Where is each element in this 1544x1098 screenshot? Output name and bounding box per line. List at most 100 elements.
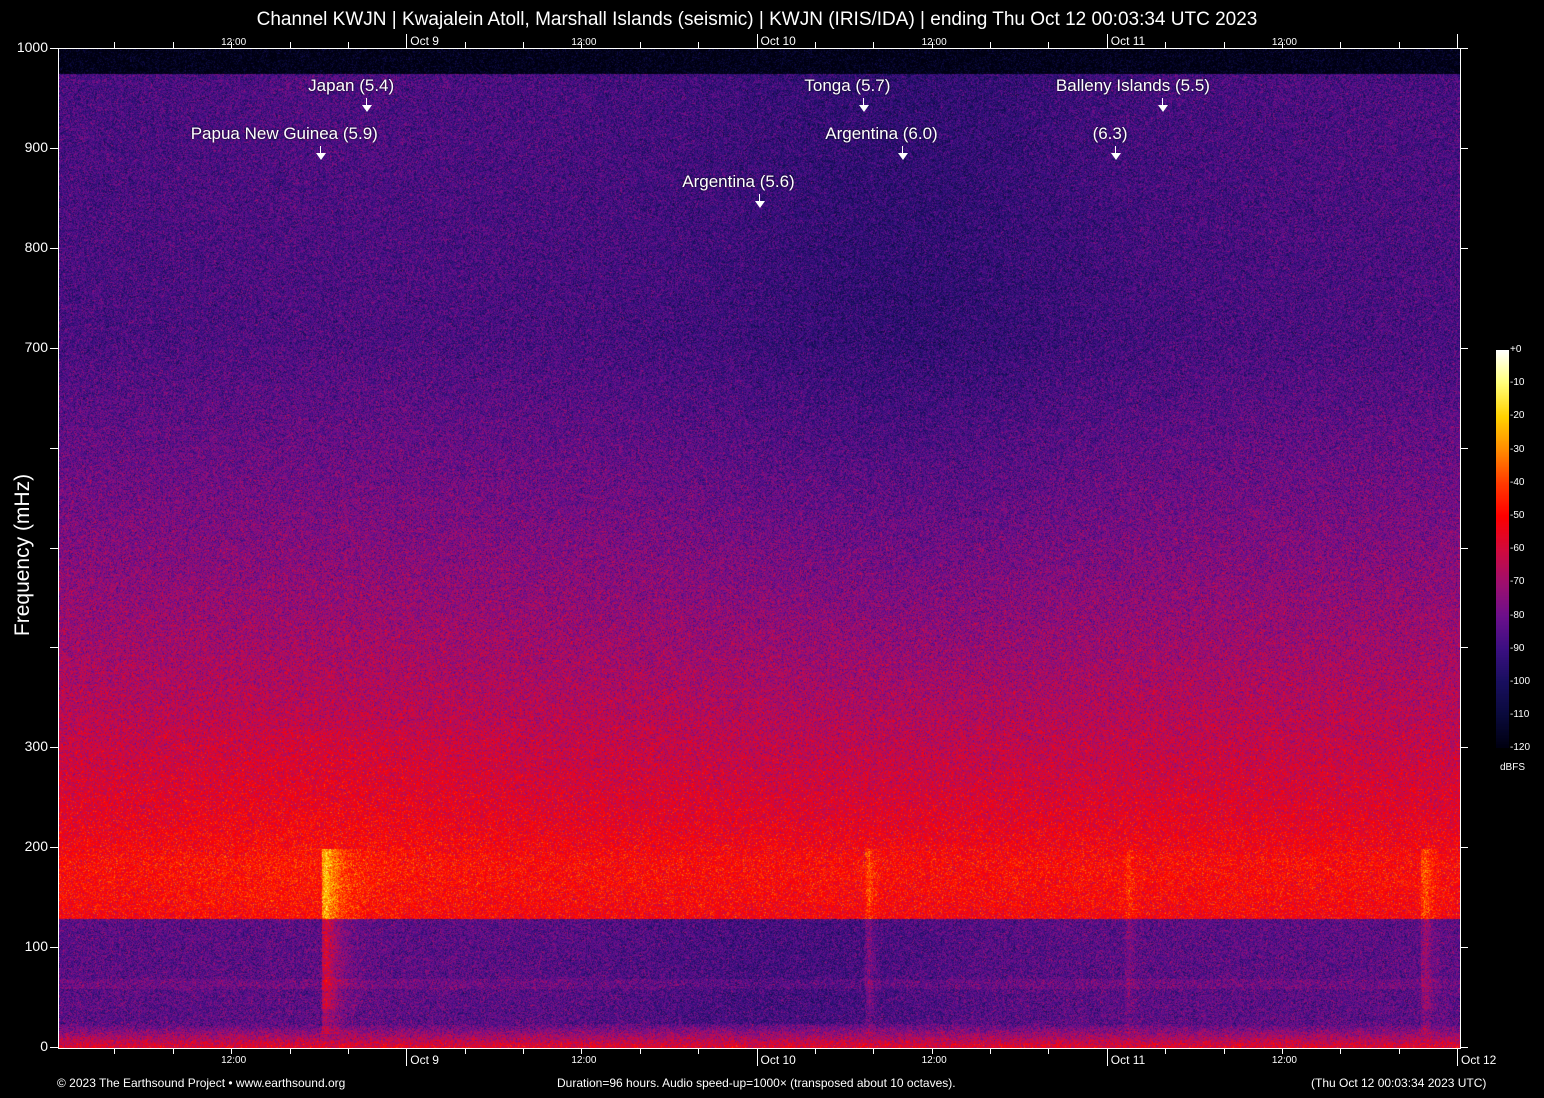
y-tick bbox=[50, 147, 58, 149]
x-tick bbox=[581, 1048, 583, 1054]
colorbar-tick-label: -80 bbox=[1510, 609, 1525, 621]
y-tick-label: 1000 bbox=[16, 39, 48, 55]
y-tick-right bbox=[1460, 647, 1468, 649]
y-tick-right bbox=[1460, 547, 1468, 549]
footer-copyright: © 2023 The Earthsound Project • www.eart… bbox=[57, 1076, 346, 1090]
y-tick bbox=[50, 847, 58, 849]
x-tick bbox=[172, 1048, 174, 1054]
x-tick-top bbox=[289, 42, 291, 48]
x-tick bbox=[1165, 1048, 1167, 1054]
y-axis-title: Frequency (mHz) bbox=[11, 473, 34, 637]
x-date-label-top: Oct 10 bbox=[760, 34, 796, 48]
x-tick-top bbox=[172, 42, 174, 48]
colorbar-tick-label: -40 bbox=[1510, 476, 1525, 488]
x-time-label: 12:00 bbox=[1271, 1055, 1297, 1066]
x-date-label: Oct 9 bbox=[410, 1053, 439, 1067]
x-tick-top bbox=[1223, 42, 1225, 48]
x-tick-top bbox=[1106, 34, 1108, 48]
x-tick-top bbox=[698, 42, 700, 48]
x-tick-top bbox=[990, 42, 991, 48]
y-tick bbox=[50, 947, 58, 949]
x-tick-top bbox=[523, 42, 524, 48]
x-tick bbox=[347, 1048, 349, 1054]
y-tick-label: 800 bbox=[24, 238, 48, 255]
x-tick bbox=[1048, 1048, 1050, 1054]
colorbar-tick-label: -90 bbox=[1510, 642, 1525, 654]
x-tick-top bbox=[756, 34, 758, 48]
event-arrow-icon bbox=[897, 153, 908, 160]
x-tick bbox=[1398, 1048, 1400, 1054]
y-tick bbox=[50, 747, 58, 749]
event-annotation: Papua New Guinea (5.9) bbox=[190, 124, 378, 143]
x-tick bbox=[1281, 1048, 1283, 1054]
y-tick-right bbox=[1460, 147, 1468, 149]
x-tick bbox=[114, 1048, 116, 1054]
x-tick bbox=[464, 1048, 466, 1054]
y-tick-label: 900 bbox=[24, 138, 48, 155]
x-tick bbox=[639, 1048, 641, 1054]
y-tick bbox=[50, 647, 58, 649]
x-time-label-top: 12:00 bbox=[921, 37, 947, 48]
x-time-label: 12:00 bbox=[221, 1055, 247, 1066]
event-annotation: Argentina (6.0) bbox=[825, 124, 938, 143]
colorbar-tick-label: -110 bbox=[1510, 709, 1530, 721]
x-time-label: 12:00 bbox=[921, 1055, 947, 1066]
event-annotation: Japan (5.4) bbox=[308, 76, 395, 95]
y-tick bbox=[50, 48, 58, 49]
event-arrow-icon bbox=[1157, 105, 1168, 112]
x-tick-top bbox=[1340, 42, 1342, 48]
event-annotation: Tonga (5.7) bbox=[804, 76, 891, 95]
y-tick-right bbox=[1460, 947, 1468, 949]
y-tick-label: 700 bbox=[24, 338, 48, 355]
x-tick bbox=[990, 1048, 991, 1054]
x-date-label-top: Oct 9 bbox=[410, 34, 439, 48]
colorbar-tick-label: -120 bbox=[1510, 742, 1531, 754]
event-arrow-icon bbox=[315, 153, 326, 160]
y-tick-right bbox=[1460, 1047, 1468, 1048]
colorbar-tick-label: -100 bbox=[1510, 676, 1531, 687]
x-time-label: 12:00 bbox=[571, 1055, 597, 1066]
x-date-label-top: Oct 11 bbox=[1110, 34, 1146, 48]
y-tick bbox=[50, 247, 58, 249]
event-arrow-icon bbox=[362, 105, 373, 112]
x-tick-top bbox=[406, 34, 408, 48]
x-tick-top bbox=[1457, 34, 1458, 48]
x-time-label-top: 12:00 bbox=[1271, 37, 1297, 48]
x-tick-top bbox=[1398, 42, 1400, 48]
x-tick bbox=[814, 1048, 816, 1054]
y-tick-right bbox=[1460, 847, 1468, 849]
x-tick-top bbox=[814, 42, 816, 48]
event-arrow-icon bbox=[1111, 153, 1122, 160]
colorbar-tick-label: -30 bbox=[1510, 443, 1525, 455]
colorbar-unit: dBFS bbox=[1500, 762, 1526, 773]
y-tick-right bbox=[1460, 347, 1468, 349]
x-tick-top bbox=[873, 42, 875, 48]
x-tick bbox=[406, 1048, 408, 1066]
colorbar bbox=[1496, 350, 1509, 748]
y-tick bbox=[50, 547, 58, 549]
colorbar-tick-label: -10 bbox=[1510, 377, 1525, 389]
y-tick-label: 300 bbox=[24, 738, 48, 755]
x-tick bbox=[756, 1048, 758, 1066]
y-tick bbox=[50, 1047, 58, 1048]
event-arrow-icon bbox=[754, 201, 765, 208]
x-tick bbox=[1223, 1048, 1225, 1054]
y-tick-right bbox=[1460, 747, 1468, 749]
x-tick bbox=[1340, 1048, 1342, 1054]
x-tick bbox=[1106, 1048, 1108, 1066]
event-annotation: Argentina (5.6) bbox=[682, 172, 795, 191]
x-tick bbox=[1457, 1048, 1458, 1066]
colorbar-tick-label: -70 bbox=[1510, 576, 1525, 588]
y-tick-right bbox=[1460, 447, 1468, 449]
x-tick bbox=[698, 1048, 700, 1054]
x-tick-top bbox=[347, 42, 349, 48]
x-tick bbox=[523, 1048, 524, 1054]
footer-timestamp: (Thu Oct 12 00:03:34 2023 UTC) bbox=[1311, 1076, 1487, 1090]
colorbar-tick-label: -50 bbox=[1510, 510, 1525, 521]
y-tick-label: 200 bbox=[24, 838, 48, 855]
colorbar-tick-label: -60 bbox=[1510, 543, 1525, 555]
colorbar-tick-label: +0 bbox=[1510, 344, 1522, 355]
colorbar-tick-label: -20 bbox=[1510, 410, 1525, 422]
x-tick-top bbox=[1165, 42, 1167, 48]
x-tick-top bbox=[464, 42, 466, 48]
